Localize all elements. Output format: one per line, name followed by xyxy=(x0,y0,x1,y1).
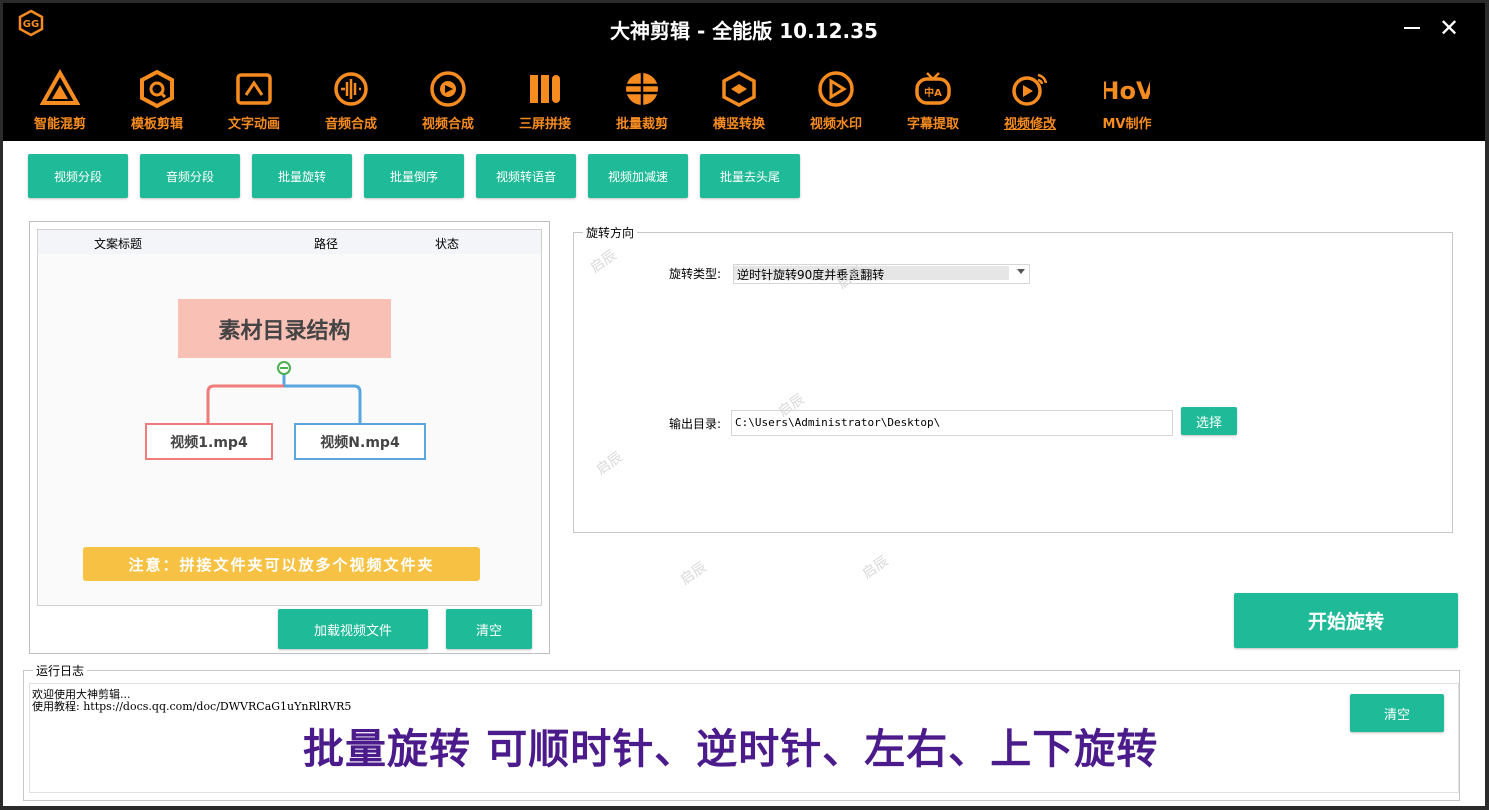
nav-label: MV制作 xyxy=(1102,117,1152,132)
tab-batch-rotate[interactable]: 批量旋转 xyxy=(252,154,352,198)
tab-video-speed[interactable]: 视频加减速 xyxy=(588,154,688,198)
nav-item-orientation[interactable]: 横竖转换 xyxy=(694,65,784,132)
nav-item-video-modify[interactable]: 视频修改 xyxy=(985,65,1075,132)
subtitle-tv-icon: 中A xyxy=(915,72,951,105)
output-dir-value: C:\Users\Administrator\Desktop\ xyxy=(735,416,941,429)
svg-text:中A: 中A xyxy=(924,86,942,99)
play-edit-icon xyxy=(1012,73,1048,106)
rotate-box-icon xyxy=(722,71,756,107)
three-bars-icon xyxy=(530,75,560,103)
file-list-panel: 文案标题 路径 状态 素材目录结构 视频1.mp4 视频N.mp4 注意：拼接文… xyxy=(29,221,550,654)
column-header-path: 路径 xyxy=(314,237,339,251)
nav-item-audio-merge[interactable]: 音频合成 xyxy=(306,65,396,132)
close-button[interactable]: ✕ xyxy=(1439,15,1459,41)
output-dir-input[interactable]: C:\Users\Administrator\Desktop\ xyxy=(731,410,1173,436)
select-dir-button[interactable]: 选择 xyxy=(1181,407,1237,435)
load-video-button[interactable]: 加载视频文件 xyxy=(278,609,428,649)
table-header: 文案标题 路径 状态 xyxy=(38,230,541,254)
title-bar: GG 大神剪辑 - 全能版 10.12.35 ✕ 智能混剪 模板剪辑 文字动画 … xyxy=(3,3,1485,141)
nav-label: 音频合成 xyxy=(324,117,377,132)
start-rotate-button[interactable]: 开始旋转 xyxy=(1234,593,1458,648)
window-title: 大神剪辑 - 全能版 10.12.35 xyxy=(610,19,878,43)
nav-item-batch-crop[interactable]: 批量裁剪 xyxy=(597,65,687,132)
triangle-logo-icon xyxy=(40,69,80,105)
nav-label: 横竖转换 xyxy=(712,117,765,132)
watermark-text: 启辰 xyxy=(677,559,710,589)
diagram-child-1: 视频1.mp4 xyxy=(145,423,273,460)
nav-item-watermark[interactable]: 视频水印 xyxy=(791,65,881,132)
tab-video-to-speech[interactable]: 视频转语音 xyxy=(476,154,576,198)
rotate-direction-group: 旋转方向 旋转类型: 逆时针旋转90度并垂直翻转 输出目录: C:\Users\… xyxy=(573,224,1453,533)
log-legend: 运行日志 xyxy=(33,662,88,679)
column-header-title: 文案标题 xyxy=(94,237,143,251)
hexagon-q-icon xyxy=(140,69,174,109)
file-list-table[interactable]: 文案标题 路径 状态 素材目录结构 视频1.mp4 视频N.mp4 注意：拼接文… xyxy=(37,229,542,606)
nav-item-text-animation[interactable]: 文字动画 xyxy=(209,65,299,132)
nav-item-subtitle-extract[interactable]: 中A 字幕提取 xyxy=(888,65,978,132)
nav-label: 文字动画 xyxy=(227,117,280,132)
nav-label: 视频水印 xyxy=(809,117,862,132)
diagram-note: 注意：拼接文件夹可以放多个视频文件夹 xyxy=(83,547,480,581)
nav-label: 视频合成 xyxy=(421,117,474,132)
svg-text:HoV: HoV xyxy=(1104,77,1150,105)
tab-batch-reverse[interactable]: 批量倒序 xyxy=(364,154,464,198)
clear-log-button[interactable]: 清空 xyxy=(1350,694,1444,732)
app-window: GG 大神剪辑 - 全能版 10.12.35 ✕ 智能混剪 模板剪辑 文字动画 … xyxy=(3,3,1485,806)
watermark-text: 启辰 xyxy=(859,553,892,583)
column-header-status: 状态 xyxy=(435,237,460,251)
rotate-legend: 旋转方向 xyxy=(583,224,638,241)
promo-caption: 批量旋转 可顺时针、逆时针、左右、上下旋转 xyxy=(303,725,1159,773)
nav-item-three-screen[interactable]: 三屏拼接 xyxy=(500,65,590,132)
watermark-play-icon xyxy=(818,71,854,107)
chevron-down-icon xyxy=(1017,269,1025,274)
nav-label: 批量裁剪 xyxy=(615,117,668,132)
nav-label: 字幕提取 xyxy=(906,117,959,132)
tab-audio-split[interactable]: 音频分段 xyxy=(140,154,240,198)
tab-batch-trim[interactable]: 批量去头尾 xyxy=(700,154,800,198)
nav-item-smart-mix[interactable]: 智能混剪 xyxy=(15,65,105,132)
nav-item-mv-make[interactable]: HoV MV制作 xyxy=(1082,65,1172,132)
diagram-connectors xyxy=(206,361,362,423)
diagram-child-2: 视频N.mp4 xyxy=(294,423,426,460)
log-line-tutorial: 使用教程: https://docs.qq.com/doc/DWVRCaG1uY… xyxy=(32,700,352,713)
output-dir-label: 输出目录: xyxy=(669,417,722,431)
clear-list-button[interactable]: 清空 xyxy=(446,609,532,649)
video-circle-icon xyxy=(430,71,466,107)
nav-item-template-edit[interactable]: 模板剪辑 xyxy=(112,65,202,132)
nav-label: 三屏拼接 xyxy=(518,117,571,132)
mv-logo-icon: HoV xyxy=(1104,77,1150,105)
nav-item-video-merge[interactable]: 视频合成 xyxy=(403,65,493,132)
audio-wave-icon xyxy=(334,72,368,106)
crop-circle-icon xyxy=(626,73,658,105)
text-frame-icon xyxy=(236,73,272,105)
nav-label: 视频修改 xyxy=(1003,117,1056,132)
nav-label: 模板剪辑 xyxy=(130,117,183,132)
tab-video-split[interactable]: 视频分段 xyxy=(28,154,128,198)
rotate-type-select[interactable]: 逆时针旋转90度并垂直翻转 xyxy=(733,264,1030,284)
nav-label: 智能混剪 xyxy=(33,117,86,132)
minimize-button[interactable] xyxy=(1400,15,1424,39)
diagram-root: 素材目录结构 xyxy=(178,299,391,358)
rotate-type-label: 旋转类型: xyxy=(669,267,722,281)
